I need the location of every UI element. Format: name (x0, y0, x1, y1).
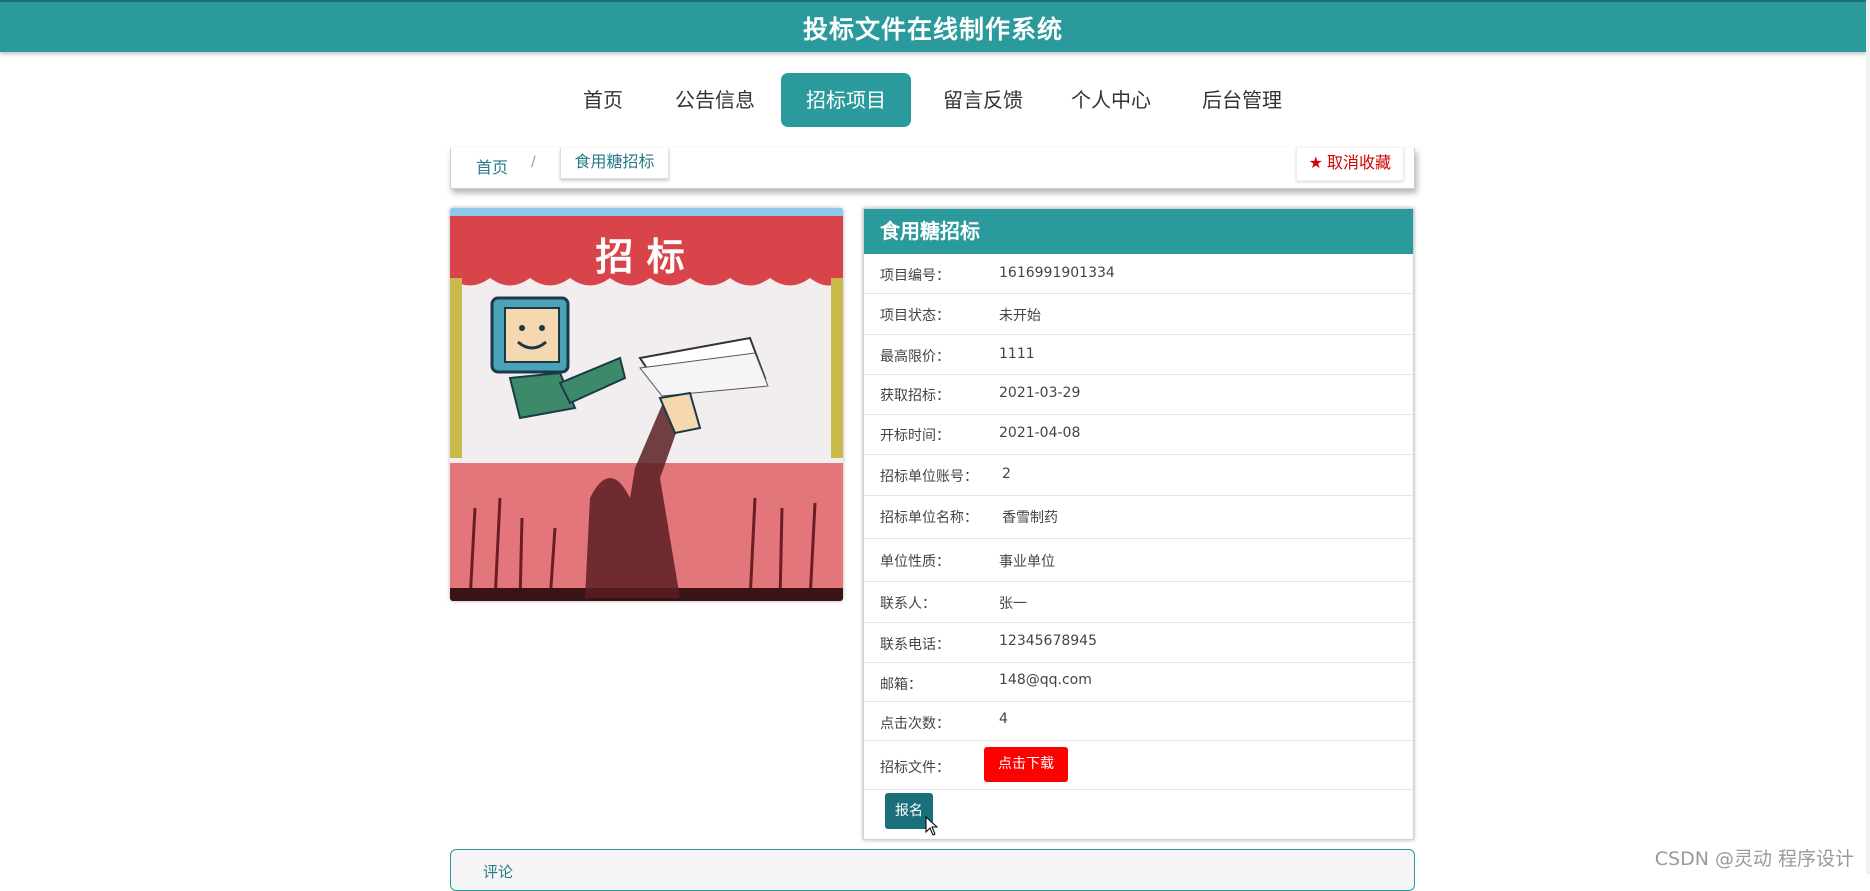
detail-label: 联系电话： (880, 637, 950, 653)
detail-value: 2 (1002, 466, 1011, 482)
detail-label: 项目状态： (880, 308, 950, 324)
project-detail-panel: 食用糖招标 项目编号： 1616991901334 项目状态： 未开始 最高限价… (863, 208, 1414, 840)
detail-row: 最高限价： 1111 (864, 335, 1413, 375)
detail-label: 开标时间： (880, 428, 950, 444)
detail-value: 12345678945 (999, 633, 1097, 649)
detail-label: 获取招标： (880, 388, 950, 404)
project-title: 食用糖招标 (864, 209, 1413, 254)
nav-item-bidding-projects[interactable]: 招标项目 (781, 73, 911, 127)
detail-row: 开标时间： 2021-04-08 (864, 415, 1413, 455)
nav-item-announcements[interactable]: 公告信息 (660, 73, 770, 127)
main-nav: 首页 公告信息 招标项目 留言反馈 个人中心 后台管理 (0, 73, 1870, 127)
detail-value: 4 (999, 711, 1008, 727)
breadcrumb-separator: / (531, 154, 536, 170)
detail-row: 邮箱： 148@qq.com (864, 663, 1413, 702)
detail-label: 联系人： (880, 596, 936, 612)
detail-label: 招标单位名称： (880, 510, 978, 526)
detail-value: 张一 (999, 596, 1027, 612)
detail-row: 联系电话： 12345678945 (864, 623, 1413, 663)
detail-value: 148@qq.com (999, 672, 1092, 688)
file-label: 招标文件： (880, 760, 950, 776)
detail-label: 点击次数： (880, 716, 950, 732)
comment-section: 评论 (450, 849, 1415, 891)
top-header-bar: 投标文件在线制作系统 (0, 0, 1866, 52)
nav-item-personal-center[interactable]: 个人中心 (1056, 73, 1166, 127)
detail-value: 1111 (999, 346, 1035, 362)
detail-label: 招标单位账号： (880, 469, 978, 485)
unfavorite-label: 取消收藏 (1326, 153, 1391, 172)
site-title: 投标文件在线制作系统 (802, 15, 1063, 44)
nav-item-feedback[interactable]: 留言反馈 (928, 73, 1038, 127)
bidding-cartoon-illustration: 招 标 (450, 208, 843, 601)
breadcrumb: 首页 / 食用糖招标 ★ 取消收藏 (450, 148, 1415, 189)
detail-label: 最高限价： (880, 349, 950, 365)
detail-row: 获取招标： 2021-03-29 (864, 375, 1413, 415)
banner-text: 招 标 (595, 235, 684, 279)
detail-row: 招标单位名称： 香雪制药 (864, 496, 1413, 539)
scrollbar-track[interactable] (1866, 0, 1870, 874)
watermark: CSDN @灵动 程序设计 (1654, 848, 1854, 870)
detail-label: 项目编号： (880, 268, 950, 284)
detail-value: 事业单位 (999, 554, 1055, 570)
detail-label: 邮箱： (880, 677, 922, 693)
nav-item-home[interactable]: 首页 (560, 73, 646, 127)
detail-label: 单位性质： (880, 554, 950, 570)
star-icon: ★ (1308, 153, 1323, 172)
detail-row: 点击次数： 4 (864, 702, 1413, 741)
nav-item-admin[interactable]: 后台管理 (1187, 73, 1297, 127)
detail-value: 1616991901334 (999, 265, 1115, 281)
comment-title: 评论 (483, 863, 514, 881)
unfavorite-button[interactable]: ★ 取消收藏 (1295, 148, 1404, 181)
detail-row-file: 招标文件： 点击下载 (864, 741, 1413, 790)
detail-row: 招标单位账号： 2 (864, 455, 1413, 496)
breadcrumb-home-link[interactable]: 首页 (476, 154, 508, 178)
project-image: 招 标 (450, 208, 843, 601)
mouse-cursor-icon (925, 816, 939, 836)
breadcrumb-current[interactable]: 食用糖招标 (560, 148, 669, 179)
detail-row: 项目编号： 1616991901334 (864, 254, 1413, 294)
detail-value: 2021-03-29 (999, 385, 1081, 401)
detail-row: 单位性质： 事业单位 (864, 539, 1413, 582)
detail-row: 项目状态： 未开始 (864, 294, 1413, 335)
detail-value: 香雪制药 (1002, 510, 1058, 526)
detail-row: 联系人： 张一 (864, 582, 1413, 623)
download-button[interactable]: 点击下载 (984, 747, 1068, 782)
detail-value: 2021-04-08 (999, 425, 1081, 441)
detail-value: 未开始 (999, 308, 1041, 324)
